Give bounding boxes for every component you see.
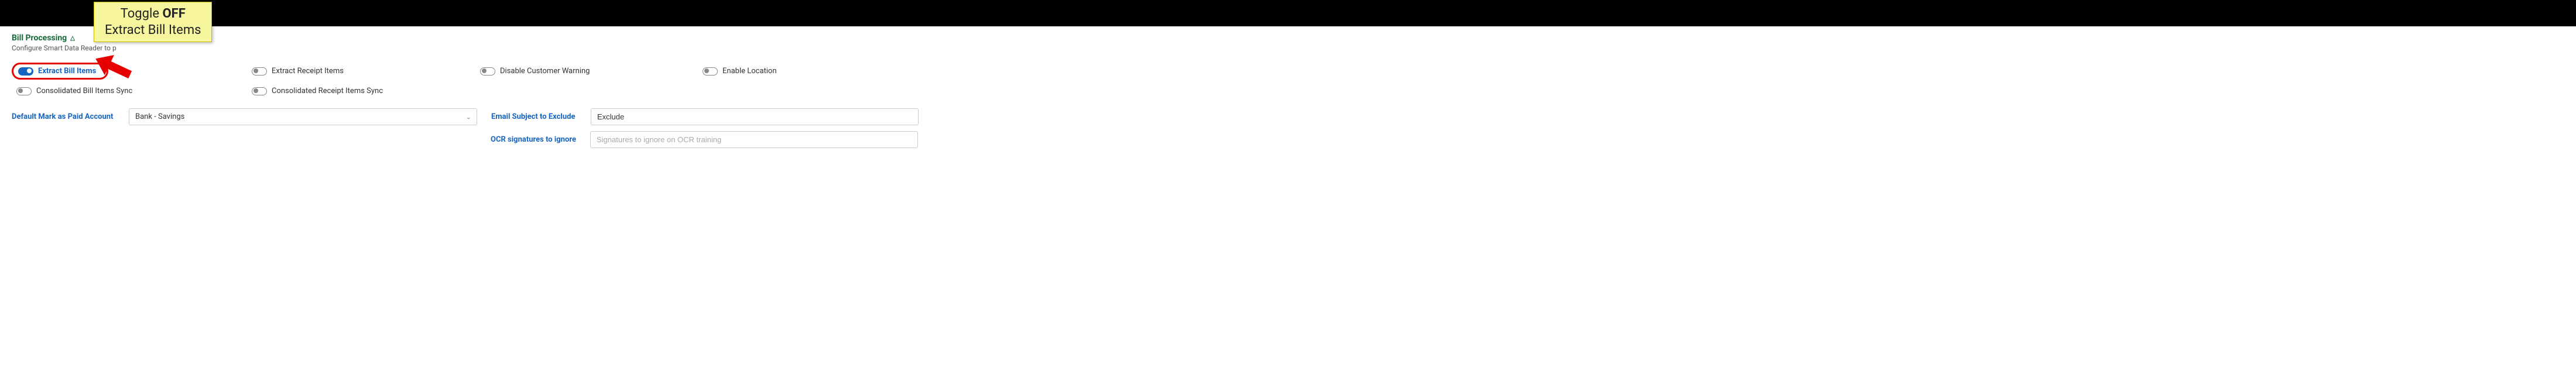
toggle-label: Enable Location [722, 67, 777, 76]
toggle-disable-customer-warning[interactable]: Disable Customer Warning [480, 63, 703, 80]
toggle-label: Extract Receipt Items [272, 67, 344, 76]
settings-panel: Toggle OFF Extract Bill Items Bill Proce… [0, 26, 2576, 155]
toggle-consolidated-bill-items-sync[interactable]: Consolidated Bill Items Sync [12, 87, 252, 95]
form-row-ocr-signatures: OCR signatures to ignore [491, 131, 2564, 148]
toggle-consolidated-receipt-items-sync[interactable]: Consolidated Receipt Items Sync [252, 87, 480, 95]
email-subject-exclude-group: Email Subject to Exclude [491, 108, 919, 125]
form-rows: Default Mark as Paid Account Bank - Savi… [12, 108, 2564, 148]
toggle-switch-icon [480, 67, 495, 76]
toggle-grid: Extract Bill Items Extract Receipt Items… [12, 63, 2564, 95]
section-subtitle: Configure Smart Data Reader to p [12, 44, 2564, 52]
callout-box: Toggle OFF Extract Bill Items [94, 2, 212, 42]
toggle-switch-icon [252, 67, 267, 76]
label-email-subject-exclude: Email Subject to Exclude [491, 112, 591, 121]
input-email-subject-exclude[interactable] [591, 108, 919, 125]
label-default-paid-account: Default Mark as Paid Account [12, 112, 129, 121]
app-topbar [0, 0, 2576, 26]
toggle-enable-location[interactable]: Enable Location [703, 63, 878, 80]
toggle-label: Disable Customer Warning [500, 67, 590, 76]
toggle-extract-bill-items[interactable] [18, 67, 33, 76]
toggle-switch-icon [16, 87, 32, 95]
annotation-circle: Extract Bill Items [12, 63, 108, 80]
callout-line1-pre: Toggle [121, 6, 163, 21]
toggle-extract-bill-items-label: Extract Bill Items [38, 67, 96, 76]
toggle-label: Consolidated Bill Items Sync [36, 87, 132, 95]
collapse-caret-icon: △ [70, 35, 75, 42]
select-value: Bank - Savings [129, 108, 477, 125]
section-title-text: Bill Processing [12, 33, 67, 43]
empty-cell [703, 87, 878, 95]
label-ocr-signatures: OCR signatures to ignore [491, 135, 590, 144]
callout-line1-bold: OFF [162, 6, 185, 21]
toggle-label: Consolidated Receipt Items Sync [272, 87, 383, 95]
form-row-default-paid: Default Mark as Paid Account Bank - Savi… [12, 108, 2564, 125]
annotation-callout: Toggle OFF Extract Bill Items [94, 2, 212, 42]
callout-line2: Extract Bill Items [105, 23, 201, 37]
empty-cell [480, 87, 703, 95]
input-ocr-signatures[interactable] [590, 131, 918, 148]
section-title[interactable]: Bill Processing △ [12, 33, 75, 43]
toggle-extract-receipt-items[interactable]: Extract Receipt Items [252, 63, 480, 80]
toggle-switch-icon [252, 87, 267, 95]
toggle-switch-icon [703, 67, 718, 76]
select-default-paid-account[interactable]: Bank - Savings ⌄ [129, 108, 477, 125]
